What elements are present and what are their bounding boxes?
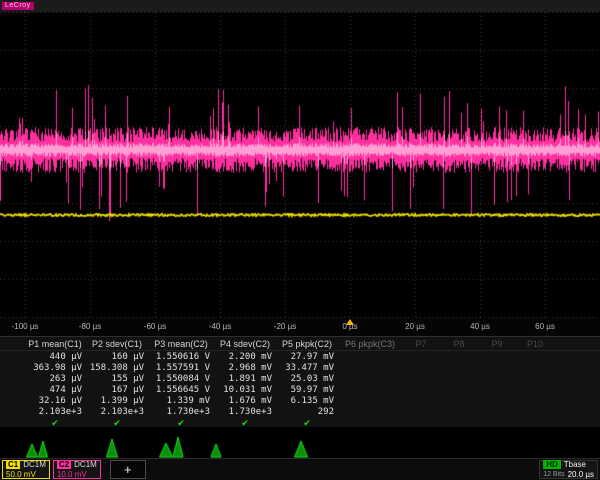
time-label: 0 µs: [342, 322, 357, 331]
measure-value-cell: 2.200 mV: [214, 352, 276, 362]
tbase-bits: 12 Bits: [543, 470, 564, 479]
histicon-strip[interactable]: [0, 427, 600, 458]
measure-header-row: P1 mean(C1)P2 sdev(C1)P3 mean(C2)P4 sdev…: [0, 337, 600, 351]
measure-header-p6[interactable]: P6 pkpk(C3): [338, 339, 402, 349]
c2-scale: 10.0 mV: [57, 470, 87, 479]
plus-icon: +: [124, 462, 132, 477]
time-label: -40 µs: [209, 322, 231, 331]
measure-value-row: 363.98 µV158.308 µV1.557591 V2.968 mV33.…: [0, 362, 600, 373]
measure-value-cell: 27.97 mV: [276, 352, 338, 362]
measure-value-cell: 1.399 µV: [86, 396, 148, 406]
hd-badge: HD: [543, 460, 561, 469]
tbase-scale: 20.0 µs: [568, 470, 594, 479]
measure-header-p8[interactable]: P8: [440, 339, 478, 349]
measure-header-p3[interactable]: P3 mean(C2): [148, 339, 214, 349]
bottom-bar: C1 DC1M 50.0 mV C2 DC1M 10.0 mV + HD Tba…: [0, 458, 600, 480]
channel-descriptor-c1[interactable]: C1 DC1M 50.0 mV: [2, 460, 50, 479]
measure-value-row: 263 µV155 µV1.550084 V1.891 mV25.03 mV: [0, 373, 600, 384]
measure-value-cell: 363.98 µV: [24, 363, 86, 373]
measure-value-cell: 2.103e+3: [86, 407, 148, 417]
add-trace-button[interactable]: +: [110, 460, 146, 479]
measure-value-cell: 59.97 mV: [276, 385, 338, 395]
measure-value-cell: 10.031 mV: [214, 385, 276, 395]
measure-value-cell: 474 µV: [24, 385, 86, 395]
c1-tag: C1: [6, 460, 20, 469]
measure-value-cell: 1.550616 V: [148, 352, 214, 362]
measure-value-cell: 1.339 mV: [148, 396, 214, 406]
waveform-display[interactable]: [0, 12, 600, 318]
c2-coupling: DC1M: [74, 460, 97, 469]
app-brand: LeCroy: [2, 2, 34, 10]
measure-value-cell: 1.676 mV: [214, 396, 276, 406]
channel-descriptor-c2[interactable]: C2 DC1M 10.0 mV: [53, 460, 101, 479]
measure-header-p7[interactable]: P7: [402, 339, 440, 349]
tbase-label: Tbase: [564, 460, 586, 469]
measure-header-p4[interactable]: P4 sdev(C2): [214, 339, 276, 349]
measure-value-row: 32.16 µV1.399 µV1.339 mV1.676 mV6.135 mV: [0, 395, 600, 406]
measure-value-cell: 6.135 mV: [276, 396, 338, 406]
c2-tag: C2: [57, 460, 71, 469]
measure-value-cell: 2.968 mV: [214, 363, 276, 373]
measure-header-p2[interactable]: P2 sdev(C1): [86, 339, 148, 349]
measure-header-p5[interactable]: P5 pkpk(C2): [276, 339, 338, 349]
measure-value-row: 440 µV160 µV1.550616 V2.200 mV27.97 mV: [0, 351, 600, 362]
measure-value-cell: 440 µV: [24, 352, 86, 362]
measure-value-cell: 1.556645 V: [148, 385, 214, 395]
time-label: -80 µs: [79, 322, 101, 331]
measure-value-row: 474 µV167 µV1.556645 V10.031 mV59.97 mV: [0, 384, 600, 395]
measure-value-cell: 33.477 mV: [276, 363, 338, 373]
measure-value-cell: 158.308 µV: [86, 363, 148, 373]
measure-value-cell: 155 µV: [86, 374, 148, 384]
time-label: 60 µs: [535, 322, 555, 331]
measure-value-cell: 1.891 mV: [214, 374, 276, 384]
c1-coupling: DC1M: [23, 460, 46, 469]
time-label: -100 µs: [12, 322, 39, 331]
measure-header-p9[interactable]: P9: [478, 339, 516, 349]
measure-value-cell: 263 µV: [24, 374, 86, 384]
measure-value-cell: 1.557591 V: [148, 363, 214, 373]
time-label: 40 µs: [470, 322, 490, 331]
measure-value-cell: 1.550084 V: [148, 374, 214, 384]
time-label: 20 µs: [405, 322, 425, 331]
measure-value-cell: 32.16 µV: [24, 396, 86, 406]
measure-value-cell: 1.730e+3: [214, 407, 276, 417]
measure-header-p1[interactable]: P1 mean(C1): [24, 339, 86, 349]
time-label: -20 µs: [274, 322, 296, 331]
bottom-bar-spacer: [149, 460, 536, 479]
time-axis: -100 µs -80 µs -60 µs -40 µs -20 µs 0 µs 20 µs…: [0, 318, 600, 336]
timebase-descriptor[interactable]: HD Tbase 12 Bits 20.0 µs: [539, 460, 598, 479]
time-label: -60 µs: [144, 322, 166, 331]
measure-header-p10[interactable]: P10: [516, 339, 554, 349]
measure-value-cell: 1.730e+3: [148, 407, 214, 417]
measure-value-cell: 160 µV: [86, 352, 148, 362]
measure-value-row: 2.103e+32.103e+31.730e+31.730e+3292: [0, 406, 600, 417]
measure-value-cell: 2.103e+3: [24, 407, 86, 417]
measure-table: P1 mean(C1)P2 sdev(C1)P3 mean(C2)P4 sdev…: [0, 336, 600, 428]
measure-value-cell: 167 µV: [86, 385, 148, 395]
c1-scale: 50.0 mV: [6, 470, 36, 479]
measure-value-cell: 25.03 mV: [276, 374, 338, 384]
measure-value-cell: 292: [276, 407, 338, 417]
